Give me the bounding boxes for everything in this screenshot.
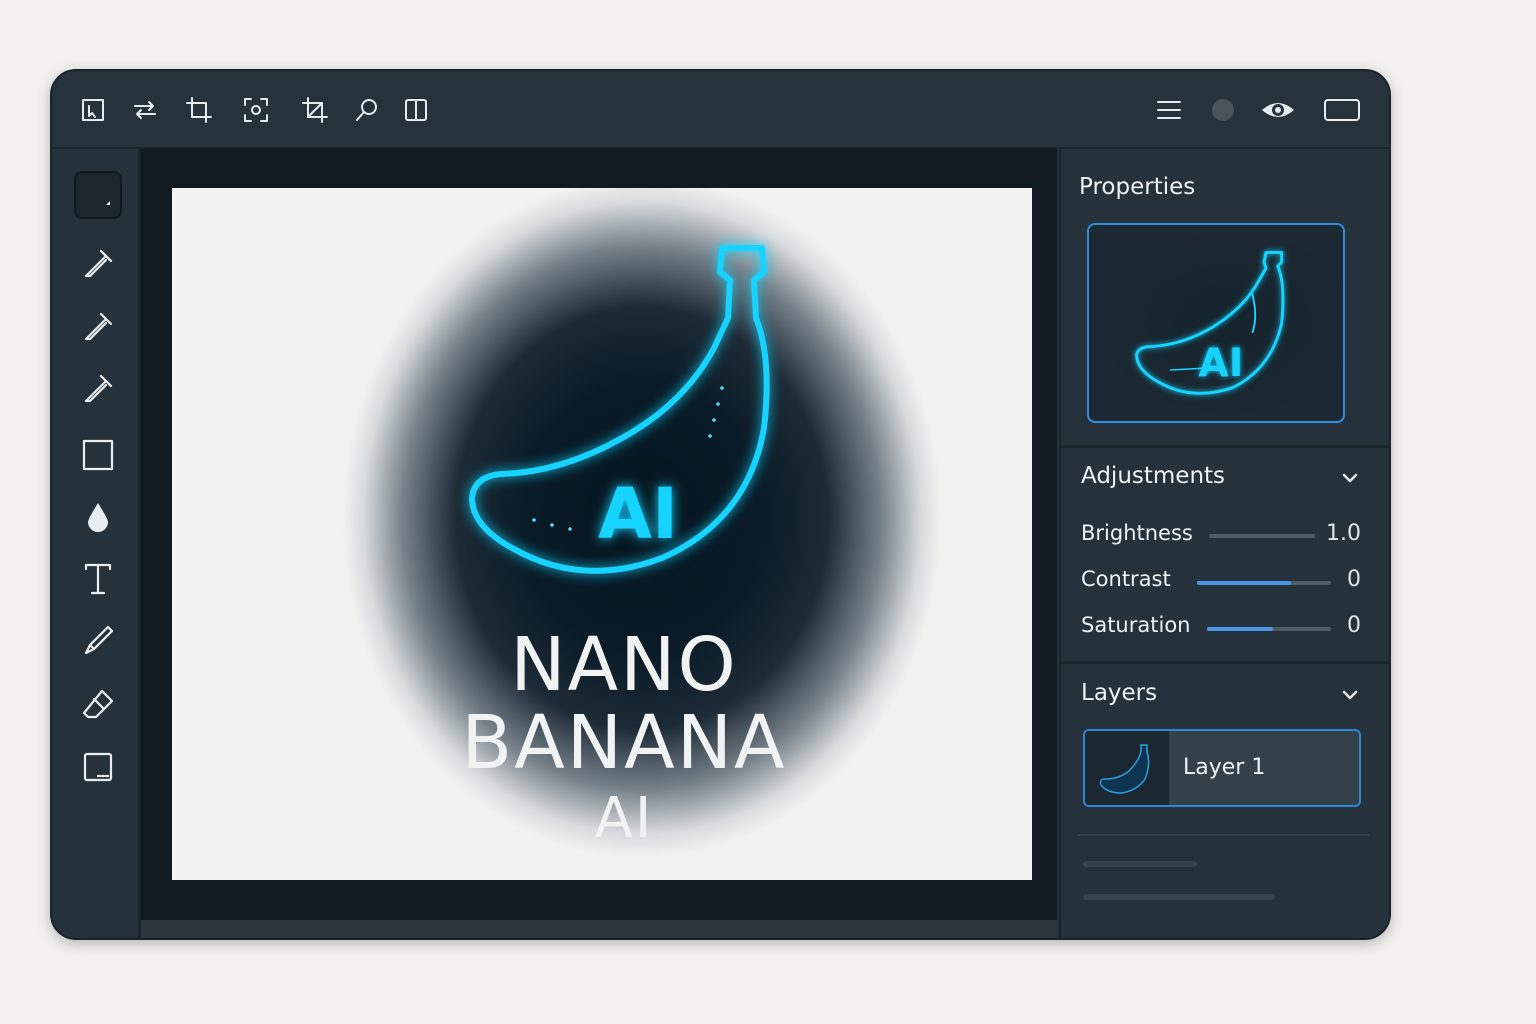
status-dot-icon [1208,95,1238,125]
editor-window: AI NANO BANANA AI Properties AI Adjustme… [50,69,1391,940]
window-icon[interactable] [1322,95,1362,125]
contrast-label: Contrast [1081,567,1171,591]
text-icon[interactable] [74,555,122,603]
canvas-area: AI NANO BANANA AI [141,149,1057,938]
logo-text: AI [598,473,678,555]
tools-sidebar [52,149,141,938]
brightness-label: Brightness [1081,521,1193,545]
saturation-value: 0 [1347,613,1361,638]
divider [1077,834,1369,836]
rectangle-icon[interactable] [74,431,122,479]
canvas-tool-icon[interactable] [74,171,122,219]
artboard[interactable]: AI NANO BANANA AI [172,188,1032,880]
split-view-icon[interactable] [401,95,431,125]
divider [1061,661,1389,664]
brightness-slider[interactable] [1209,534,1315,538]
canvas-title-line2: BANANA [461,700,787,786]
layers-title: Layers [1081,680,1158,706]
contrast-slider[interactable] [1197,581,1331,585]
layer-item[interactable]: Layer 1 [1083,729,1361,807]
layers-chevron-down-icon[interactable] [1341,686,1359,704]
drop-icon[interactable] [74,493,122,541]
eraser-icon[interactable] [74,681,122,729]
frame-icon[interactable] [74,743,122,791]
neon-banana-logo: AI [469,245,770,574]
brush-icon[interactable] [74,617,122,665]
eyedropper-icon[interactable] [74,303,122,351]
eye-icon[interactable] [1260,95,1296,125]
select-icon[interactable] [78,95,108,125]
eyedropper-icon[interactable] [74,365,122,413]
canvas-title-line1: NANO [510,622,738,708]
contrast-value: 0 [1347,567,1361,592]
properties-title: Properties [1079,174,1196,200]
thumb-logo-text: AI [1198,341,1243,386]
layer-thumbnail [1085,731,1169,805]
top-toolbar [52,71,1389,149]
swap-icon[interactable] [130,95,160,125]
saturation-label: Saturation [1081,613,1191,637]
layer-name: Layer 1 [1183,755,1266,780]
properties-thumbnail[interactable]: AI [1087,223,1345,423]
placeholder-line [1083,861,1197,867]
canvas-title-line3: AI [594,786,654,851]
horizontal-scrollbar[interactable] [141,920,1057,938]
saturation-slider[interactable] [1207,627,1331,631]
divider [1061,445,1389,448]
brightness-value: 1.0 [1326,521,1361,546]
adjustments-chevron-down-icon[interactable] [1341,469,1359,487]
search-icon[interactable] [352,95,382,125]
crop-alt-icon[interactable] [300,95,330,125]
placeholder-line [1083,894,1275,900]
adjustments-title: Adjustments [1081,463,1226,489]
eyedropper-icon[interactable] [74,240,122,288]
menu-icon[interactable] [1154,95,1184,125]
crop-icon[interactable] [184,95,214,125]
properties-panel: Properties AI Adjustments Brightness 1.0… [1059,149,1389,938]
focus-icon[interactable] [241,95,271,125]
